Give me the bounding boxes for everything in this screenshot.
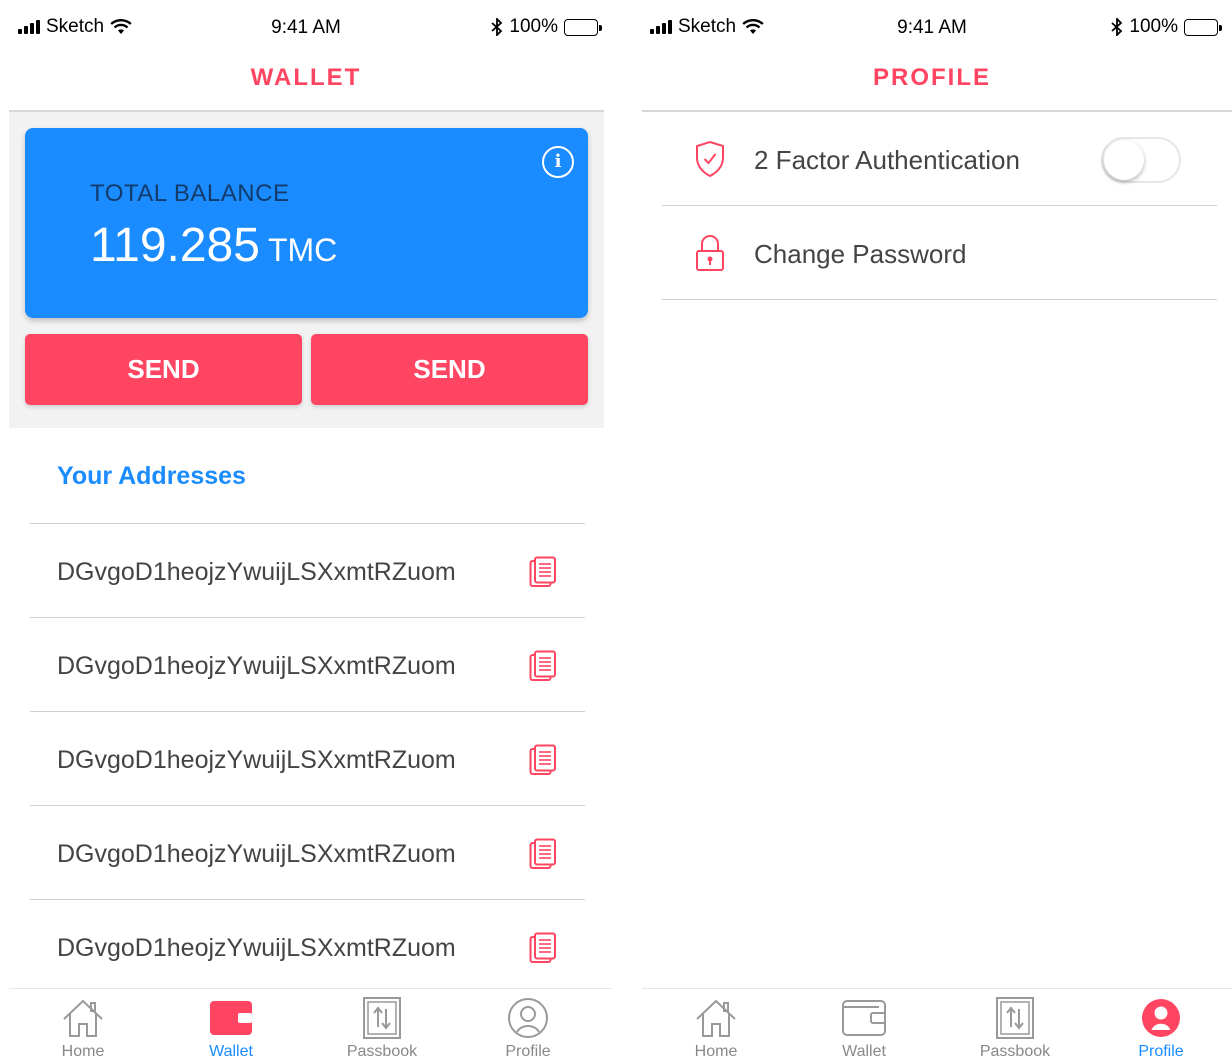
- wallet-summary: i TOTAL BALANCE 119.285 TMC SEND SEND: [9, 110, 604, 428]
- profile-screen: Sketch 9:41 AM 100% PROFILE 2 Factor Aut…: [632, 0, 1232, 1059]
- balance-value: 119.285 TMC: [90, 218, 337, 273]
- two-factor-label: 2 Factor Authentication: [754, 145, 1020, 175]
- address-text: DGvgoD1heojzYwuijLSXxmtRZuom: [57, 840, 456, 868]
- address-row: DGvgoD1heojzYwuijLSXxmtRZuom: [30, 523, 585, 617]
- tab-label: Profile: [1138, 1043, 1184, 1059]
- address-row: DGvgoD1heojzYwuijLSXxmtRZuom: [30, 805, 585, 899]
- tab-passbook[interactable]: Passbook: [327, 995, 437, 1059]
- profile-icon: [1142, 999, 1180, 1037]
- tab-profile[interactable]: Profile: [1106, 995, 1216, 1059]
- change-password-row[interactable]: Change Password: [662, 206, 1217, 300]
- copy-icon[interactable]: [529, 556, 557, 588]
- shield-check-icon: [696, 140, 724, 178]
- address-row: DGvgoD1heojzYwuijLSXxmtRZuom: [30, 711, 585, 805]
- tab-label: Wallet: [842, 1043, 886, 1059]
- toggle-knob: [1104, 140, 1144, 180]
- battery-percent: 100%: [509, 16, 558, 37]
- address-text: DGvgoD1heojzYwuijLSXxmtRZuom: [57, 652, 456, 680]
- tab-bar: Home Wallet Passbook Profile: [642, 988, 1232, 1059]
- tab-label: Passbook: [346, 1043, 418, 1059]
- tab-label: Passbook: [979, 1043, 1051, 1059]
- battery-icon: [1184, 18, 1222, 36]
- lock-icon: [696, 235, 724, 271]
- bluetooth-icon: [1111, 18, 1123, 36]
- profile-icon: [508, 998, 548, 1038]
- page-title: PROFILE: [872, 64, 991, 91]
- passbook-icon: [996, 997, 1034, 1039]
- tab-wallet[interactable]: Wallet: [809, 995, 919, 1059]
- send-button[interactable]: SEND: [25, 334, 302, 405]
- info-icon[interactable]: i: [542, 146, 574, 178]
- bluetooth-icon: [491, 18, 503, 36]
- battery-percent: 100%: [1129, 16, 1178, 37]
- tab-home[interactable]: Home: [661, 995, 771, 1059]
- copy-icon[interactable]: [529, 744, 557, 776]
- address-row: DGvgoD1heojzYwuijLSXxmtRZuom: [30, 899, 585, 993]
- balance-label: TOTAL BALANCE: [90, 180, 290, 207]
- status-bar: Sketch 9:41 AM 100%: [0, 0, 612, 52]
- change-password-label: Change Password: [754, 239, 967, 269]
- wallet-screen: Sketch 9:41 AM 100% WALLET i TOTAL BALAN…: [0, 0, 612, 1059]
- copy-icon[interactable]: [529, 650, 557, 682]
- home-icon: [63, 999, 103, 1037]
- balance-card: i TOTAL BALANCE 119.285 TMC: [25, 128, 588, 318]
- tab-profile[interactable]: Profile: [473, 995, 583, 1059]
- tab-wallet[interactable]: Wallet: [176, 995, 286, 1059]
- tab-label: Wallet: [209, 1043, 253, 1059]
- addresses-heading: Your Addresses: [57, 462, 246, 490]
- balance-amount: 119.285: [90, 219, 260, 272]
- address-list: DGvgoD1heojzYwuijLSXxmtRZuom DGvgoD1heoj…: [30, 523, 585, 993]
- two-factor-toggle[interactable]: [1101, 137, 1181, 183]
- battery-icon: [564, 18, 602, 36]
- tab-label: Home: [61, 1043, 105, 1059]
- wallet-icon: [842, 1000, 886, 1036]
- address-text: DGvgoD1heojzYwuijLSXxmtRZuom: [57, 934, 456, 962]
- tab-label: Home: [694, 1043, 738, 1059]
- address-text: DGvgoD1heojzYwuijLSXxmtRZuom: [57, 746, 456, 774]
- wallet-icon: [210, 1001, 252, 1035]
- two-factor-row: 2 Factor Authentication: [662, 112, 1217, 206]
- settings-list: 2 Factor Authentication Change Password: [662, 112, 1217, 300]
- tab-passbook[interactable]: Passbook: [960, 995, 1070, 1059]
- address-text: DGvgoD1heojzYwuijLSXxmtRZuom: [57, 558, 456, 586]
- send-button-secondary[interactable]: SEND: [311, 334, 588, 405]
- status-bar: Sketch 9:41 AM 100%: [632, 0, 1232, 52]
- home-icon: [696, 999, 736, 1037]
- page-title: WALLET: [250, 64, 362, 91]
- passbook-icon: [363, 997, 401, 1039]
- tab-home[interactable]: Home: [28, 995, 138, 1059]
- copy-icon[interactable]: [529, 838, 557, 870]
- copy-icon[interactable]: [529, 932, 557, 964]
- tab-label: Profile: [505, 1043, 551, 1059]
- balance-unit: TMC: [267, 232, 338, 268]
- address-row: DGvgoD1heojzYwuijLSXxmtRZuom: [30, 617, 585, 711]
- tab-bar: Home Wallet Passbook Profile: [9, 988, 612, 1059]
